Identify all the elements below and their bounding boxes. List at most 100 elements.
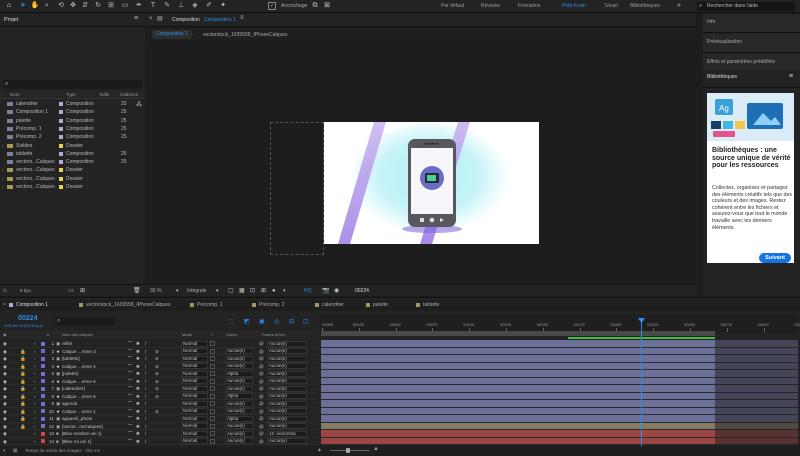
track-matte-dropdown[interactable]: Alpha: [225, 393, 253, 399]
shy-switch-icon[interactable]: ⌒: [128, 385, 133, 392]
preserve-transparency-checkbox[interactable]: [210, 393, 215, 399]
preserve-transparency-checkbox[interactable]: [210, 438, 215, 444]
track-matte-dropdown[interactable]: Alpha: [225, 415, 253, 422]
collapse-switch-icon[interactable]: ✱: [136, 423, 140, 430]
layer-duration-bar[interactable]: [321, 437, 715, 445]
layer-row[interactable]: ◉ 🔒 › 3 ▣ [tablette] ⌒ ✱ / ⊘ Normal Aucun(e) @ Aucun(…: [0, 355, 318, 363]
timeline-tab[interactable]: Précomp. 1: [190, 302, 223, 308]
blend-mode-dropdown[interactable]: Normal: [181, 340, 208, 347]
layer-row[interactable]: ◉ 🔒 › 12 ▣ [vector...neCalques] ⌒ ✱ / Normal Aucun…: [0, 423, 318, 430]
preserve-transparency-checkbox[interactable]: [210, 371, 215, 376]
label-color-swatch[interactable]: [59, 168, 63, 173]
shy-switch-icon[interactable]: ⌒: [128, 340, 133, 347]
composition-canvas[interactable]: [324, 122, 539, 244]
preserve-transparency-checkbox[interactable]: [210, 348, 215, 354]
pick-whip-icon[interactable]: @: [259, 355, 264, 362]
blend-mode-dropdown[interactable]: Normal: [181, 400, 208, 407]
layer-row[interactable]: ◉ 🔒 › 8 ★ Calque ...mme 6 ⌒ ✱ / ⊘ Normal Alpha @ Aucu…: [0, 393, 318, 400]
quality-switch-icon[interactable]: /: [145, 340, 146, 347]
track-matte-dropdown[interactable]: Aucun(e): [225, 408, 253, 414]
pick-whip-icon[interactable]: @: [259, 378, 264, 385]
blend-mode-dropdown[interactable]: Normal: [181, 408, 208, 414]
lock-icon[interactable]: 🔒: [20, 385, 26, 392]
project-item[interactable]: Précomp. 2 Composition 25: [0, 133, 145, 141]
close-icon[interactable]: ×: [3, 302, 6, 308]
timeline-tab[interactable]: palette: [366, 302, 388, 308]
visibility-eye-icon[interactable]: ◉: [3, 385, 7, 392]
quality-switch-icon[interactable]: /: [145, 393, 146, 400]
track-matte-dropdown[interactable]: Aucun(e): [225, 438, 253, 444]
layer-duration-bar[interactable]: [321, 377, 715, 385]
parent-dropdown[interactable]: Aucun(e): [267, 423, 307, 429]
flowchart-icon[interactable]: ⁂: [136, 101, 142, 108]
quality-switch-icon[interactable]: /: [145, 415, 146, 422]
track-matte-dropdown[interactable]: Aucun(e): [225, 385, 253, 392]
preserve-transparency-checkbox[interactable]: [210, 363, 215, 369]
pick-whip-icon[interactable]: @: [259, 385, 264, 392]
parent-dropdown[interactable]: Aucun(e): [267, 378, 307, 384]
layer-duration-bar[interactable]: [321, 400, 715, 408]
lock-icon[interactable]: 🔒: [20, 378, 26, 385]
shy-switch-icon[interactable]: ⌒: [128, 393, 133, 400]
column-parent[interactable]: Parent et lien: [262, 332, 286, 337]
lock-icon[interactable]: 🔒: [20, 415, 26, 422]
layer-duration-bar[interactable]: [321, 415, 715, 423]
chevron-right-icon[interactable]: ›: [34, 423, 36, 430]
project-item[interactable]: palette Composition 25: [0, 117, 145, 125]
chevron-right-icon[interactable]: ›: [2, 166, 3, 174]
parent-dropdown[interactable]: Aucun(e): [267, 348, 307, 354]
snap-grid-icon[interactable]: ⊠: [322, 1, 332, 11]
new-folder-icon[interactable]: ▭: [68, 286, 74, 296]
project-item[interactable]: vectors...Calques Composition 25: [0, 158, 145, 166]
chevron-right-icon[interactable]: ›: [34, 370, 36, 377]
layer-row[interactable]: ◉ 🔒 › 10 ★ Calque ...mme 1 ⌒ ✱ / ⊘ Normal Aucun(e) @…: [0, 408, 318, 415]
layer-label-color[interactable]: [41, 386, 45, 391]
column-cache[interactable]: Cache: [226, 332, 238, 337]
project-item[interactable]: tablette Composition 25: [0, 150, 145, 158]
layer-row[interactable]: ◉ 🔒 › 6 ★ Calque ...mme 5 ⌒ ✱ / ⊘ Normal Aucun(e) @ A…: [0, 378, 318, 385]
selection-tool-icon[interactable]: ➤: [18, 1, 28, 11]
orbit-tool-icon[interactable]: ⟲: [56, 1, 66, 11]
libraries-panel-header[interactable]: Bibliothèques ≡: [703, 69, 800, 88]
label-color-swatch[interactable]: [59, 176, 63, 181]
layer-name[interactable]: [calendrier]: [62, 385, 124, 392]
quality-switch-icon[interactable]: /: [145, 363, 146, 370]
visibility-eye-icon[interactable]: ◉: [3, 393, 7, 400]
label-color-swatch[interactable]: [59, 110, 63, 115]
column-type[interactable]: Type: [66, 92, 76, 97]
track-matte-dropdown[interactable]: Aucun(e): [225, 430, 253, 437]
collapse-switch-icon[interactable]: ✱: [136, 348, 140, 355]
layer-row[interactable]: ◉ › 1 ▣ reflet ⌒ ✱ / Normal @ Aucun(e): [0, 340, 318, 348]
collapse-switch-icon[interactable]: ✱: [136, 378, 140, 385]
layer-duration-bar[interactable]: [321, 355, 715, 363]
preserve-transparency-checkbox[interactable]: [210, 386, 215, 391]
workspace-bibliotheques[interactable]: Bibliothèques: [630, 3, 660, 9]
lock-icon[interactable]: 🔒: [20, 423, 26, 430]
clone-stamp-tool-icon[interactable]: ⊥: [176, 1, 186, 11]
layer-duration-bar[interactable]: [321, 407, 715, 415]
parent-dropdown[interactable]: Aucun(e): [267, 340, 307, 347]
collapse-switch-icon[interactable]: ✱: [136, 400, 140, 407]
quality-switch-icon[interactable]: /: [145, 355, 146, 362]
chevron-right-icon[interactable]: ›: [34, 348, 36, 355]
interpret-footage-icon[interactable]: ⌂: [3, 286, 7, 296]
collapse-switch-icon[interactable]: ✱: [136, 355, 140, 362]
visibility-eye-icon[interactable]: ◉: [3, 363, 7, 370]
preserve-transparency-checkbox[interactable]: [210, 431, 215, 436]
visibility-eye-icon[interactable]: ◉: [3, 370, 7, 377]
chevron-right-icon[interactable]: ›: [34, 408, 36, 415]
effects-switch-icon[interactable]: ⊘: [155, 408, 159, 415]
layer-label-color[interactable]: [41, 431, 45, 436]
collapse-switch-icon[interactable]: ✱: [136, 438, 140, 445]
label-color-swatch[interactable]: [59, 185, 63, 189]
lock-icon[interactable]: 🔒: [20, 393, 26, 400]
quality-switch-icon[interactable]: /: [145, 348, 146, 355]
more-workspaces-icon[interactable]: »: [674, 1, 684, 11]
preserve-transparency-checkbox[interactable]: [210, 401, 215, 406]
parent-dropdown[interactable]: Aucun(e): [267, 438, 307, 444]
zoom-tool-icon[interactable]: ⌕: [42, 1, 52, 11]
preserve-transparency-checkbox[interactable]: [210, 416, 215, 421]
layer-name[interactable]: Calque ...mme 4: [62, 363, 124, 370]
chevron-right-icon[interactable]: ›: [34, 340, 36, 347]
home-icon[interactable]: ⌂: [4, 1, 14, 11]
